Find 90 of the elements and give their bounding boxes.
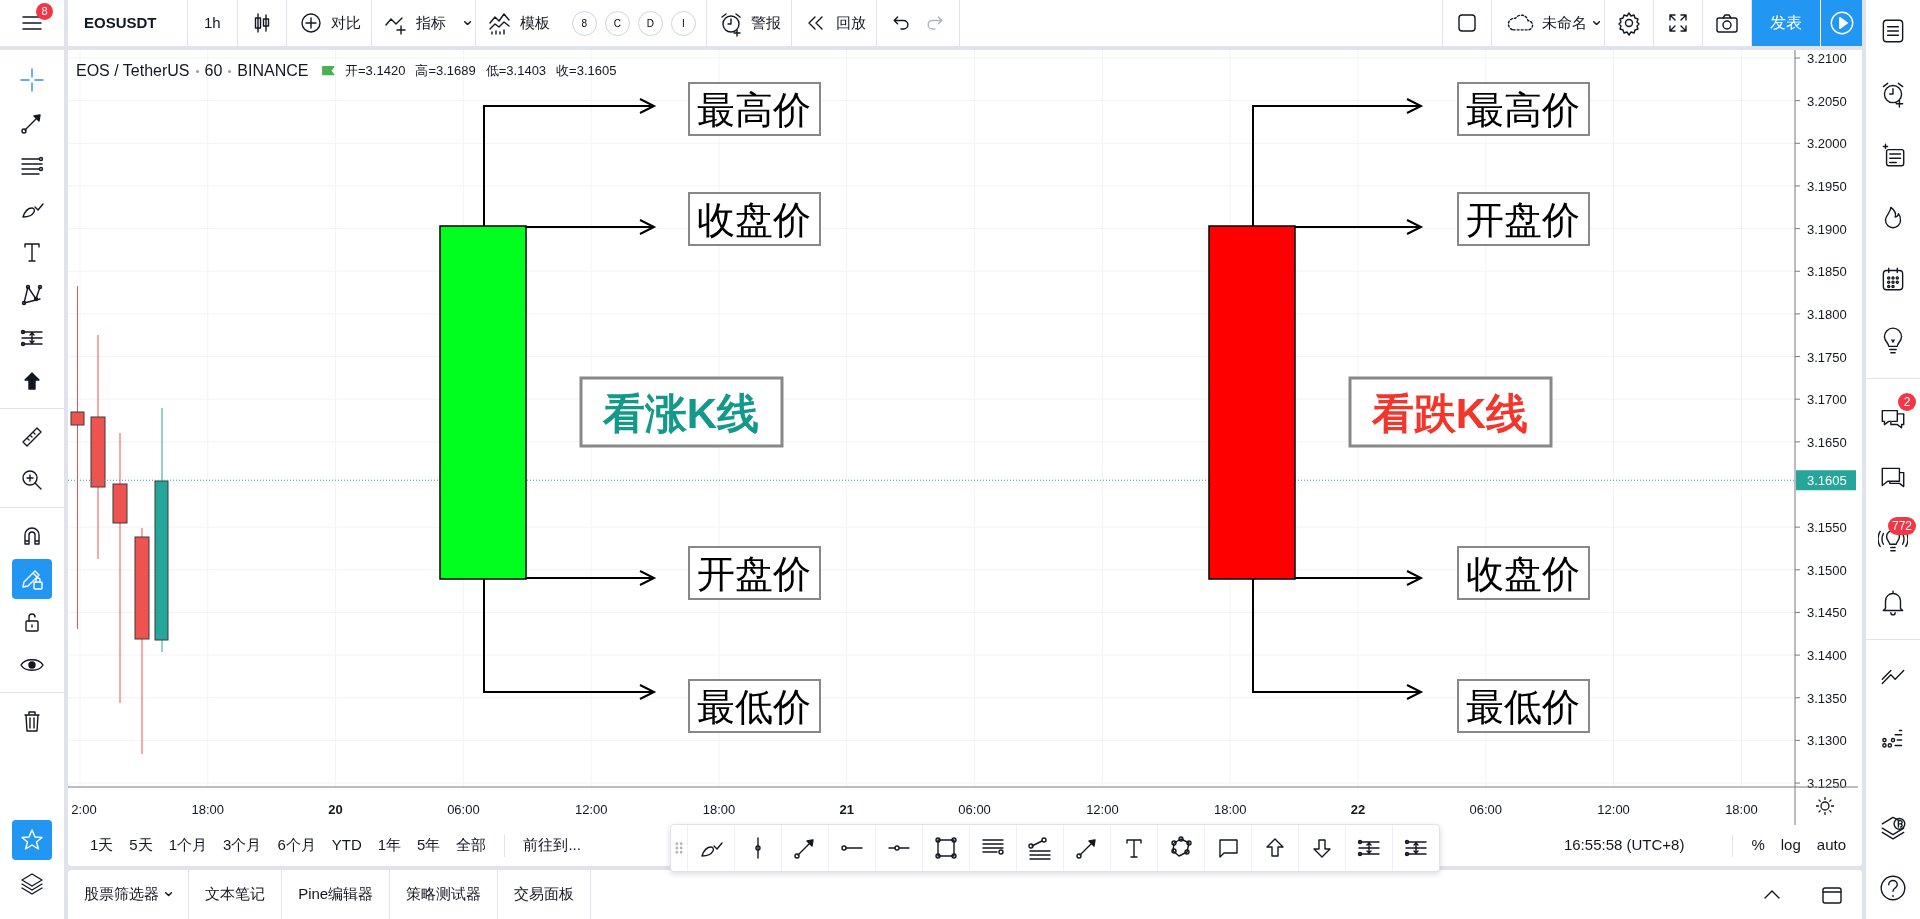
price-tick-label: 3.1850 [1807,264,1847,280]
price-tick-label: 3.1650 [1807,434,1847,450]
horizontal-ray-icon [888,844,910,852]
date-label: 20 [328,802,343,817]
rectangle-icon [932,834,960,862]
price-tick-label: 3.1700 [1807,392,1847,408]
candle-type-title: 看跌K线 [1348,376,1553,448]
price-tick-label: 3.1450 [1807,605,1847,621]
price-label: 最高价 [1457,82,1590,136]
price-tick-label: 3.1800 [1807,306,1847,322]
price-tick-label: 3.1250 [1807,776,1847,792]
date-label: 22 [1350,802,1366,817]
interval-label: 60 [204,61,223,81]
price-tick-label: 3.1750 [1807,349,1847,365]
caret-icon [1592,20,1600,26]
crosshair-icon [18,65,46,94]
time-label: 12:00 [1086,802,1119,817]
last-price-tag: 3.1605 [1796,470,1856,491]
time-label: 12:00 [1597,802,1630,817]
percent-button[interactable]: % [1743,830,1773,861]
price-tick-label: 3.1400 [1807,648,1847,664]
horizontal-line-icon [841,844,863,852]
ohlc-value: 开=3.1420 [345,62,406,81]
price-label: 开盘价 [688,546,821,600]
ohlc-value: 低=3.1403 [485,62,547,81]
panel-tab[interactable]: 交易面板 [498,870,592,919]
price-tick-label: 3.1900 [1807,221,1847,237]
question-icon [1878,873,1908,903]
streams-button[interactable]: 772 [1866,509,1920,571]
layout-button[interactable] [1441,0,1492,46]
price-label: 最低价 [688,679,821,733]
price-tick-label: 3.2050 [1807,93,1847,109]
template-slot[interactable]: D [637,10,663,36]
range-button[interactable]: 3个月 [215,830,270,861]
time-label: 06:00 [447,802,480,817]
time-label: 06:00 [1469,802,1503,817]
panel-tab[interactable]: 策略测试器 [390,870,499,919]
candle-type-title: 看涨K线 [579,376,784,448]
range-button[interactable]: 1天 [82,830,122,861]
price-label: 最低价 [1457,679,1590,733]
notification-badge: 8 [36,3,53,20]
price-tick-label: 3.1950 [1807,178,1847,194]
time-label: 2:00 [71,802,97,817]
range-button[interactable]: 5天 [121,830,161,861]
clock-label: 16:55:58 (UTC+8) [1563,835,1685,856]
time-label: 18:00 [1725,802,1758,817]
range-button[interactable]: 1年 [369,830,410,861]
price-label: 开盘价 [1457,192,1590,246]
panel-tab[interactable]: 文本笔记 [189,870,283,919]
price-label: 收盘价 [1457,546,1590,600]
go-to-date-button[interactable]: 前往到... [515,830,589,861]
price-tick-label: 3.1500 [1807,562,1847,578]
time-label: 18:00 [1213,802,1247,817]
time-label: 12:00 [574,802,608,817]
template-slot[interactable]: C [604,10,630,36]
panel-tab[interactable]: 股票筛选器 [68,870,190,919]
symbol-name: EOS / TetherUS [76,61,190,81]
price-label: 收盘价 [688,192,821,246]
range-button[interactable]: 5年 [409,830,449,861]
ohlc-value: 收=3.1605 [556,62,617,81]
panel-tab[interactable]: Pine编辑器 [282,870,391,919]
time-label: 06:00 [958,802,991,817]
price-tick-label: 3.2100 [1807,51,1847,66]
range-button[interactable]: 6个月 [269,830,324,861]
settings-icon [1815,796,1835,816]
exchange-label: BINANCE [237,61,309,81]
ohlc-value: 高=3.1689 [415,62,476,81]
vertical-line-icon [754,837,762,859]
time-label: 18:00 [191,802,225,817]
range-button[interactable]: 全部 [448,830,495,861]
template-slot[interactable]: 8 [571,10,597,36]
log-button[interactable]: log [1772,830,1809,861]
template-slot[interactable]: I [670,10,696,36]
date-label: 21 [839,802,855,817]
price-tick-label: 3.1350 [1807,690,1847,706]
price-label: 最高价 [688,82,821,136]
auto-button[interactable]: auto [1808,830,1854,861]
range-button[interactable]: YTD [323,830,370,861]
count-badge: 772 [1887,517,1916,535]
caret-icon [463,20,471,26]
count-badge: 2 [1898,393,1916,411]
time-label: 18:00 [702,802,736,817]
price-tick-label: 3.1300 [1807,733,1847,749]
flag-icon [322,66,335,76]
price-tick-label: 3.1550 [1807,520,1847,536]
lines-icon [1026,834,1054,862]
range-button[interactable]: 1个月 [160,830,216,861]
chats-button[interactable]: 2 [1866,385,1920,447]
caret-icon [165,892,173,897]
price-tick-label: 3.2000 [1807,136,1847,152]
